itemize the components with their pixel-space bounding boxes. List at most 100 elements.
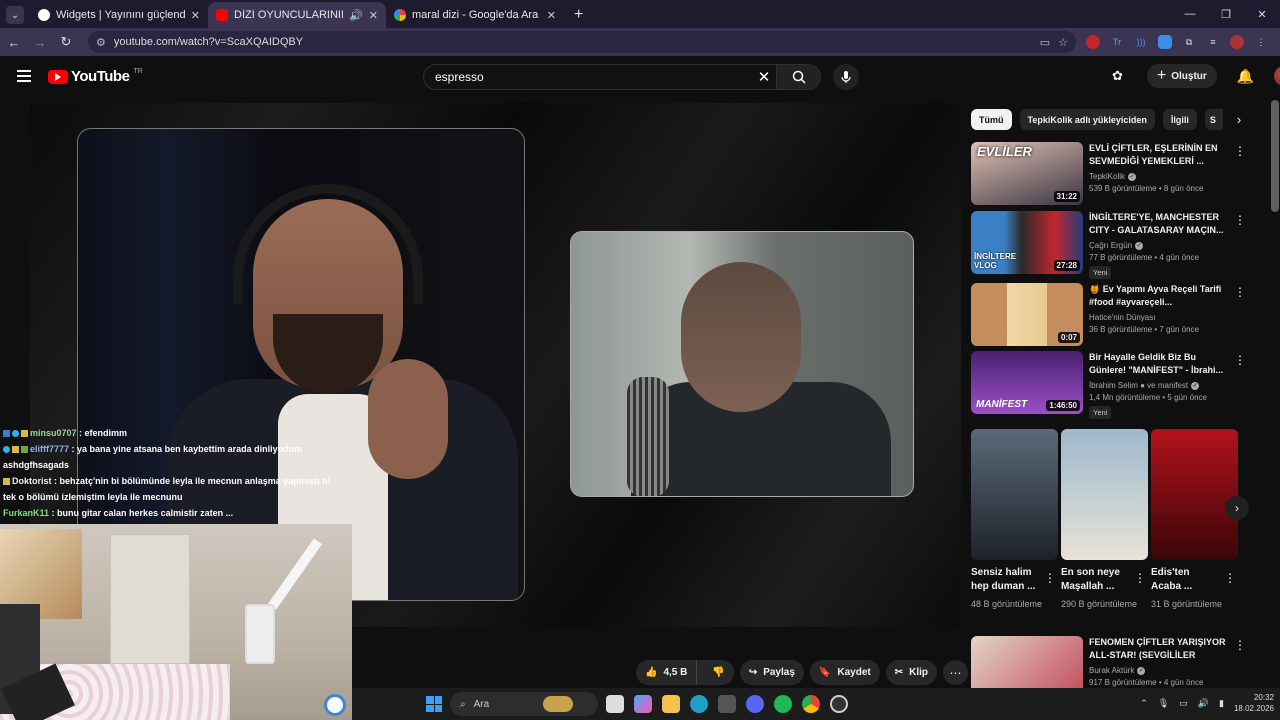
video-thumbnail[interactable]: 0:07 [971, 283, 1083, 346]
video-thumbnail[interactable]: İNGİLTERE VLOG 27:28 [971, 211, 1083, 274]
volume-icon[interactable]: 🔊 [1198, 698, 1209, 709]
task-view-icon[interactable] [606, 695, 624, 713]
microphone-icon[interactable]: 🎙 [1158, 698, 1169, 709]
address-bar[interactable]: ⚙ youtube.com/watch?v=ScaXQAIDQBY ▭ ☆ [88, 31, 1076, 53]
more-options-icon[interactable]: ⋮ [1234, 353, 1246, 367]
more-options-icon[interactable]: ⋮ [1234, 144, 1246, 158]
video-thumbnail[interactable]: EVLİLER 31:22 [971, 142, 1083, 205]
more-options-icon[interactable]: ⋮ [1234, 213, 1246, 227]
tab-widgets[interactable]: Widgets | Yayınını güçlendirme ✕ [30, 2, 208, 28]
extension-translate-icon[interactable]: Tr [1110, 35, 1124, 49]
extension-wave-icon[interactable]: ))) [1134, 35, 1148, 49]
save-button[interactable]: 🔖 Kaydet [809, 660, 880, 685]
close-tab-icon[interactable]: ✕ [369, 9, 378, 22]
video-thumbnail[interactable]: MANİFEST 1:46:50 [971, 351, 1083, 414]
more-actions-button[interactable]: ⋯ [943, 660, 968, 685]
related-video[interactable]: 0:07 🍯 Ev Yapımı Ayva Reçeli Tarifi #foo… [971, 283, 1246, 346]
video-title[interactable]: İNGİLTERE'YE, MANCHESTER CITY - GALATASA… [1089, 211, 1229, 237]
more-options-icon[interactable]: ⋮ [1134, 571, 1146, 585]
clear-search-icon[interactable]: ✕ [752, 68, 776, 86]
short-thumbnail[interactable] [1151, 429, 1238, 560]
short-title[interactable]: En son neye Maşallah ... [1061, 566, 1131, 594]
channel-name[interactable]: Çağrı Ergün ✓ [1089, 241, 1229, 250]
channel-name[interactable]: Hatice'nin Dünyası [1089, 313, 1229, 322]
video-title[interactable]: FENOMEN ÇİFTLER YARIŞIYOR ALL-STAR! (SEV… [1089, 636, 1229, 662]
close-tab-icon[interactable]: ✕ [191, 9, 200, 22]
restore-icon[interactable]: ❐ [1208, 8, 1244, 21]
like-button[interactable]: 👍 4,5 B [636, 660, 698, 685]
discord-icon[interactable] [746, 695, 764, 713]
youtube-logo[interactable]: YouTube TR [48, 68, 143, 85]
extension-red-icon[interactable] [1086, 35, 1100, 49]
more-options-icon[interactable]: ⋮ [1044, 571, 1056, 585]
video-title[interactable]: 🍯 Ev Yapımı Ayva Reçeli Tarifi #food #ay… [1089, 283, 1229, 309]
spotify-icon[interactable] [774, 695, 792, 713]
store-icon[interactable] [718, 695, 736, 713]
search-button[interactable] [776, 65, 820, 89]
shorts-next-button[interactable]: › [1225, 496, 1249, 520]
profile-icon[interactable] [1230, 35, 1244, 49]
short-title[interactable]: Edis'ten Acaba ... [1151, 566, 1221, 594]
obs-floating-icon[interactable] [324, 694, 346, 716]
guide-menu-icon[interactable] [17, 70, 31, 82]
more-options-icon[interactable]: ⋮ [1234, 638, 1246, 652]
share-button[interactable]: ↪ Paylaş [739, 660, 804, 685]
short-title[interactable]: Sensiz halim hep duman ... [971, 566, 1041, 594]
channel-name[interactable]: İbrahim Selim ● ve manifest ✓ [1089, 381, 1229, 390]
more-options-icon[interactable]: ⋮ [1224, 571, 1236, 585]
site-info-icon[interactable]: ⚙ [96, 36, 106, 49]
copilot-icon[interactable] [634, 695, 652, 713]
browser-menu-icon[interactable]: ⋮ [1254, 35, 1268, 49]
reload-icon[interactable]: ↻ [54, 34, 78, 50]
back-icon[interactable]: ← [2, 35, 26, 50]
related-video[interactable]: EVLİLER 31:22 EVLİ ÇİFTLER, EŞLERİNİN EN… [971, 142, 1246, 205]
video-title[interactable]: EVLİ ÇİFTLER, EŞLERİNİN EN SEVMEDİĞİ YEM… [1089, 142, 1229, 168]
notifications-bell-icon[interactable]: 🔔 [1237, 68, 1254, 85]
avatar[interactable] [1274, 66, 1280, 86]
chrome-icon[interactable] [802, 695, 820, 713]
forward-icon[interactable]: → [28, 35, 52, 50]
minimize-icon[interactable]: — [1172, 8, 1208, 20]
new-tab-button[interactable]: + [574, 6, 583, 24]
tray-expand-icon[interactable]: ⌃ [1140, 698, 1148, 709]
obs-icon[interactable] [830, 695, 848, 713]
reading-list-icon[interactable]: ≡ [1206, 35, 1220, 49]
extensions-puzzle-icon[interactable]: ⧉ [1182, 35, 1196, 49]
clip-button[interactable]: ✂ Klip [885, 660, 937, 685]
file-explorer-icon[interactable] [662, 695, 680, 713]
related-video[interactable]: MANİFEST 1:46:50 Bir Hayalle Geldik Biz … [971, 351, 1246, 420]
create-button[interactable]: + Oluştur [1146, 64, 1217, 88]
voice-search-button[interactable] [833, 64, 859, 90]
url-text[interactable]: youtube.com/watch?v=ScaXQAIDQBY [114, 36, 1032, 48]
channel-name[interactable]: Burak Aktürk ✓ [1089, 666, 1229, 675]
chip-more[interactable]: S [1204, 109, 1223, 130]
channel-name[interactable]: TepkiKolik ✓ [1089, 172, 1229, 181]
taskbar-search[interactable]: ⌕ Ara [450, 692, 598, 716]
tab-google-search[interactable]: maral dizi - Google'da Ara ✕ [386, 2, 564, 28]
more-options-icon[interactable]: ⋮ [1234, 285, 1246, 299]
tab-search-icon[interactable]: ⌄ [6, 6, 24, 24]
chip-related[interactable]: İlgili [1162, 109, 1197, 130]
tab-youtube-video[interactable]: DİZİ OYUNCULARININ SÖYL 🔊 ✕ [208, 2, 386, 28]
short-item[interactable]: Edis'ten Acaba ... 31 B görüntüleme ⋮ [1151, 429, 1238, 611]
search-box[interactable]: espresso ✕ [423, 64, 821, 90]
search-input[interactable]: espresso [424, 70, 752, 84]
display-icon[interactable]: ▭ [1179, 698, 1188, 709]
close-tab-icon[interactable]: ✕ [547, 9, 556, 22]
battery-icon[interactable]: ▮ [1219, 698, 1224, 709]
lens-icon[interactable]: ✿ [1112, 68, 1123, 84]
short-thumbnail[interactable] [971, 429, 1058, 560]
short-thumbnail[interactable] [1061, 429, 1148, 560]
cast-icon[interactable]: ▭ [1040, 36, 1050, 49]
chevron-right-icon[interactable]: › [1237, 112, 1241, 127]
chip-all[interactable]: Tümü [971, 109, 1012, 130]
short-item[interactable]: En son neye Maşallah ... 290 B görüntüle… [1061, 429, 1148, 611]
page-scrollbar[interactable] [1271, 100, 1279, 212]
close-window-icon[interactable]: ✕ [1244, 8, 1280, 21]
clock[interactable]: 20:32 18.02.2026 [1234, 692, 1274, 714]
related-video[interactable]: İNGİLTERE VLOG 27:28 İNGİLTERE'YE, MANCH… [971, 211, 1246, 280]
short-item[interactable]: Sensiz halim hep duman ... 48 B görüntül… [971, 429, 1058, 611]
video-title[interactable]: Bir Hayalle Geldik Biz Bu Günlere! "MANİ… [1089, 351, 1229, 377]
extension-shield-icon[interactable] [1158, 35, 1172, 49]
mute-tab-icon[interactable]: 🔊 [349, 9, 363, 22]
